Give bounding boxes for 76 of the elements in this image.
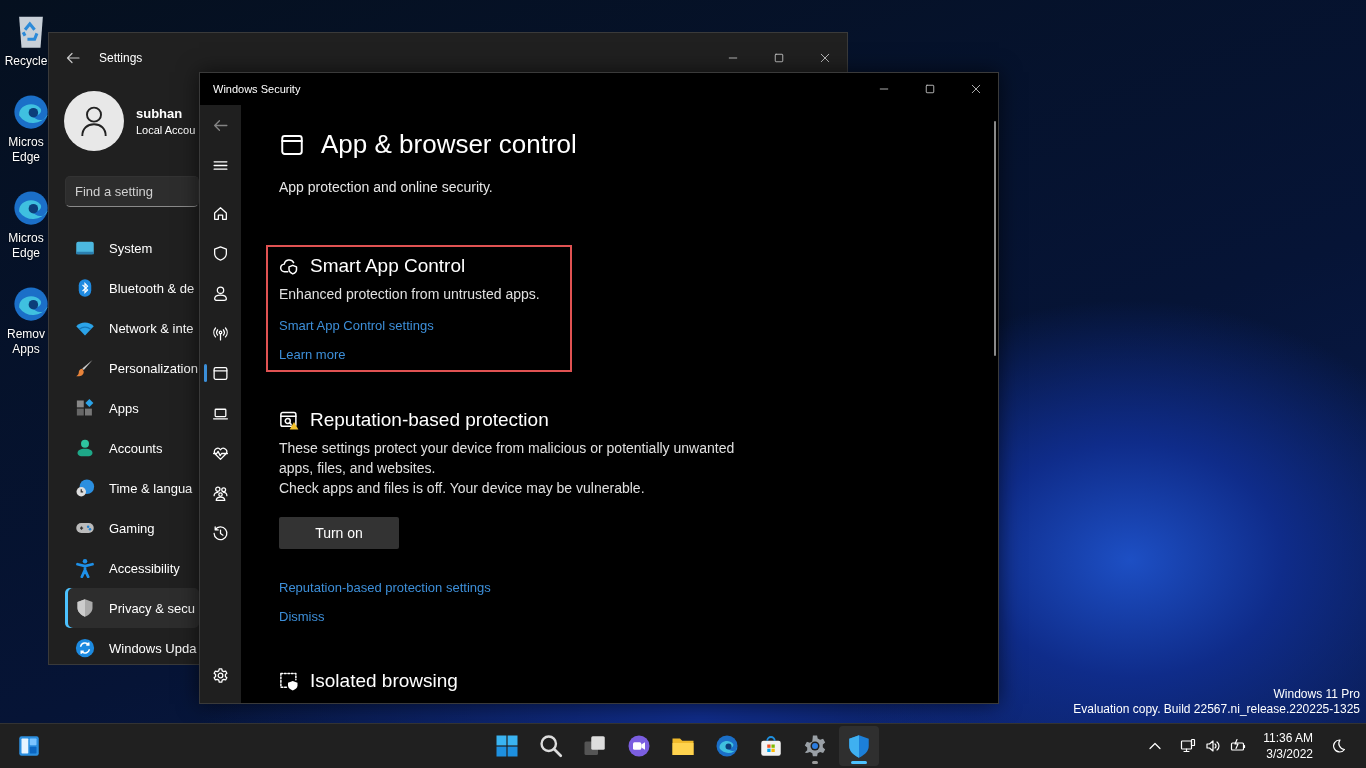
shopping-bag-icon[interactable]: [759, 734, 783, 758]
avatar: [64, 91, 124, 151]
battery-charging-icon[interactable]: [1230, 738, 1247, 754]
desktop-icon-label: Micros Edge: [7, 135, 45, 165]
search-field[interactable]: Find a setting: [65, 176, 199, 207]
link[interactable]: Reputation-based protection settings: [279, 578, 491, 597]
edge-logo-icon[interactable]: [12, 189, 50, 227]
overlapping-squares-icon[interactable]: [583, 734, 607, 758]
link[interactable]: Dismiss: [279, 607, 325, 626]
maximize-icon[interactable]: [773, 52, 785, 64]
dashed-window-shield-icon: [279, 671, 299, 691]
moon-icon[interactable]: [1330, 738, 1346, 754]
cloud-shield-icon: [279, 256, 299, 276]
scrollbar[interactable]: [994, 121, 996, 356]
account-type: Local Accou: [136, 124, 196, 136]
close-icon[interactable]: [819, 52, 831, 64]
edge-logo-icon[interactable]: [715, 734, 739, 758]
link[interactable]: Smart App Control settings: [279, 316, 434, 335]
windows-logo-icon[interactable]: [495, 734, 519, 758]
watermark-text: Evaluation copy. Build 22567.ni_release.220225-1325: [1073, 702, 1360, 717]
shield-icon[interactable]: [212, 244, 229, 262]
speaker-icon[interactable]: [1205, 738, 1222, 754]
desktop-icon-label: Remov Apps: [6, 327, 46, 357]
apps-grid-icon: [75, 398, 95, 418]
back-arrow-icon[interactable]: [65, 50, 81, 66]
shield-icon: [75, 598, 95, 618]
sync-arrows-icon: [75, 638, 95, 658]
browser-window-icon[interactable]: [212, 364, 229, 382]
section-title: Smart App Control: [310, 255, 466, 277]
nav-item[interactable]: Windows Upda: [65, 628, 199, 668]
accessibility-figure-icon: [75, 558, 95, 578]
home-icon[interactable]: [212, 204, 229, 222]
active-app-highlight[interactable]: [839, 726, 879, 766]
close-icon[interactable]: [970, 83, 982, 95]
antenna-icon[interactable]: [212, 324, 229, 342]
link[interactable]: Learn more: [279, 345, 346, 364]
section-title: Reputation-based protection: [310, 409, 549, 431]
nav-item[interactable]: System: [65, 228, 199, 268]
nav-item[interactable]: Time & langua: [65, 468, 199, 508]
search-icon[interactable]: [539, 734, 563, 758]
nav-item[interactable]: Accessibility: [65, 548, 199, 588]
network-monitor-icon[interactable]: [1180, 738, 1197, 754]
history-icon[interactable]: [212, 524, 229, 542]
user-name: subhan: [136, 106, 184, 121]
clock[interactable]: 11:36 AM 3/3/2022: [1263, 730, 1313, 762]
person-icon: [75, 438, 95, 458]
page-title: App & browser control: [321, 129, 577, 160]
description-text: These settings protect your device from malicious or potentially unwanted apps, files, and websites.: [279, 439, 736, 478]
globe-clock-icon: [75, 478, 95, 498]
nav-item[interactable]: Privacy & secu: [65, 588, 199, 628]
gear-icon[interactable]: [803, 734, 827, 758]
nav-item[interactable]: Apps: [65, 388, 199, 428]
window-warning-icon: [279, 410, 299, 430]
person-icon[interactable]: [212, 284, 229, 302]
watermark-text: Windows 11 Pro: [1273, 687, 1360, 702]
family-icon[interactable]: [212, 484, 229, 502]
desktop-icon-label: Micros Edge: [7, 231, 45, 261]
nav-item[interactable]: Network & inte: [65, 308, 199, 348]
desktop-icon-label: Recycle: [4, 54, 48, 69]
edge-logo-icon[interactable]: [12, 93, 50, 131]
section-title: Isolated browsing: [310, 670, 458, 692]
maximize-icon[interactable]: [924, 83, 936, 95]
nav-item[interactable]: Personalization: [65, 348, 199, 388]
turn-on-button[interactable]: Turn on: [279, 517, 399, 549]
nav-item[interactable]: Bluetooth & de: [65, 268, 199, 308]
settings-icon[interactable]: [212, 666, 229, 684]
description-text: Check apps and files is off. Your device may be vulnerable.: [279, 479, 646, 498]
nav-item[interactable]: Gaming: [65, 508, 199, 548]
video-chat-icon[interactable]: [627, 734, 651, 758]
widgets-icon[interactable]: [17, 734, 41, 758]
nav-item[interactable]: Accounts: [65, 428, 199, 468]
window-title: Windows Security: [213, 83, 301, 95]
edge-logo-icon[interactable]: [12, 285, 50, 323]
window-title: Settings: [99, 51, 143, 65]
page-subtitle: App protection and online security.: [279, 179, 493, 195]
description-text: Enhanced protection from untrusted apps.: [279, 285, 540, 304]
